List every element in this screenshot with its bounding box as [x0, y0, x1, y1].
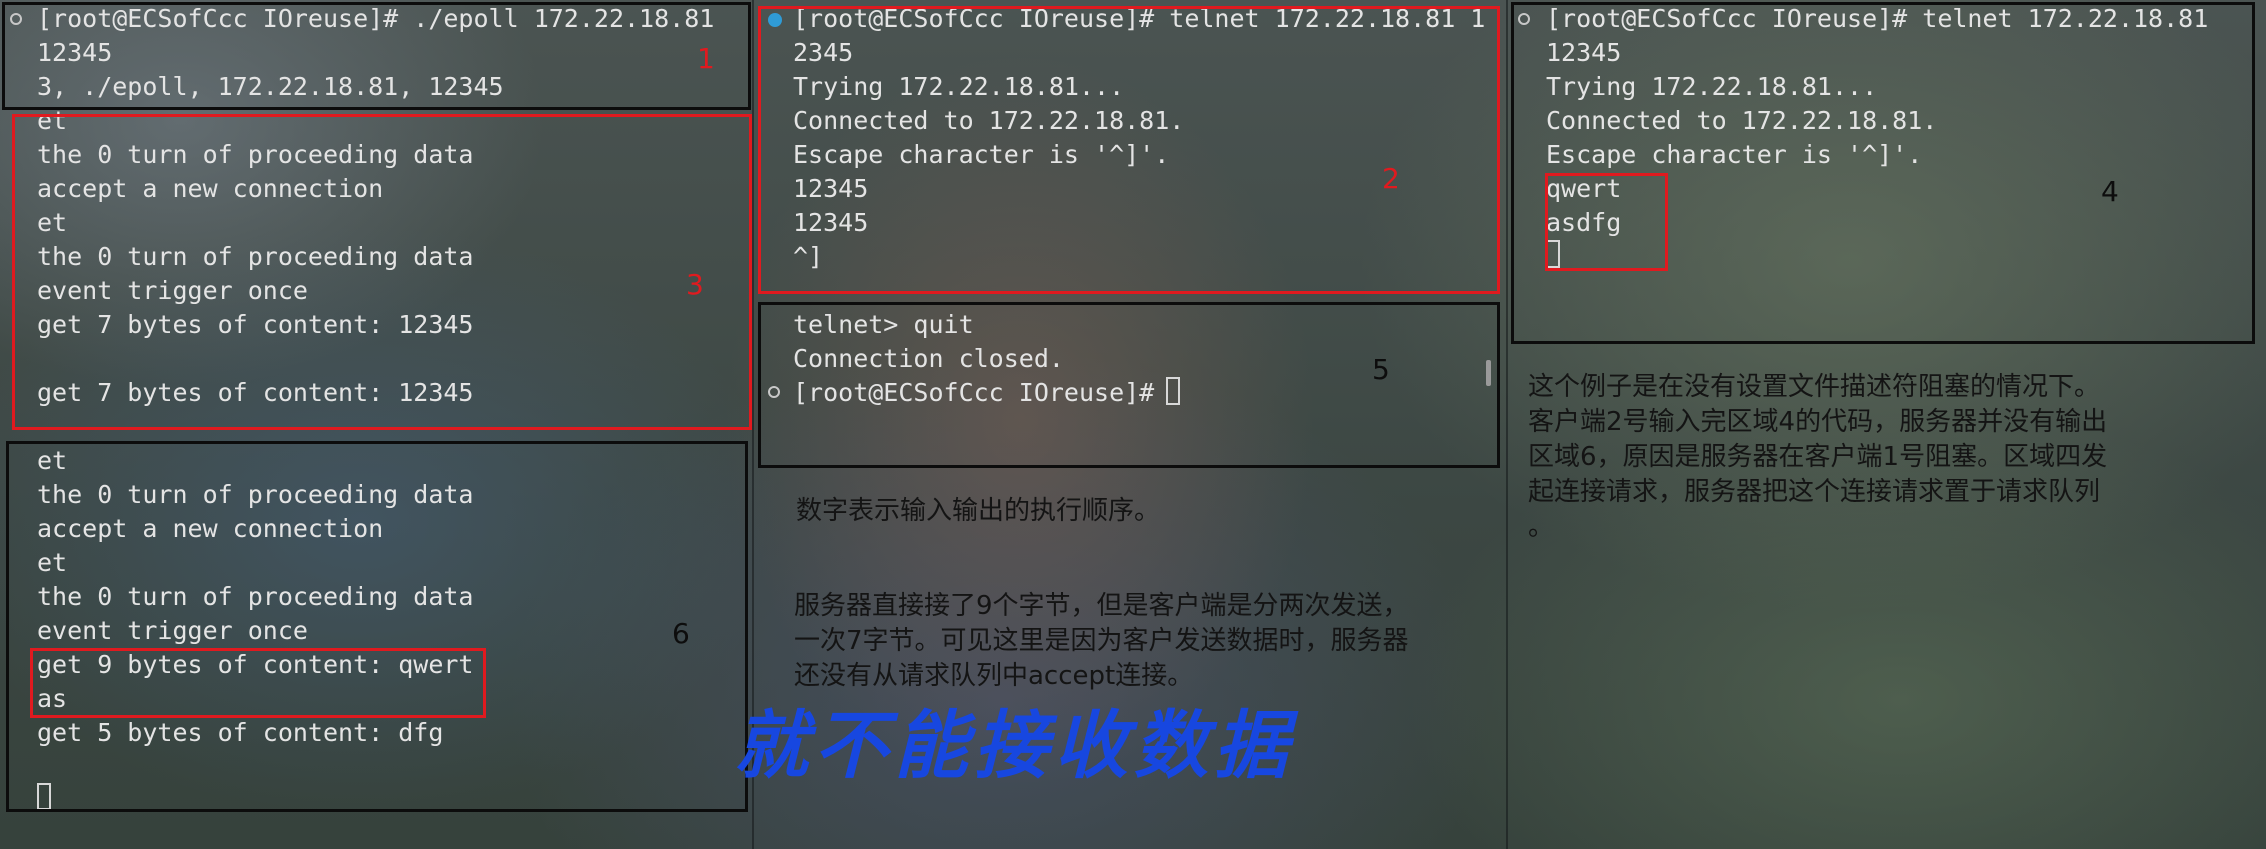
- step-label-3: 3: [686, 268, 704, 301]
- step-label-4: 4: [2101, 175, 2119, 208]
- step-label-2: 2: [1382, 162, 1400, 195]
- note-nine-bytes: 服务器直接接了9个字节，但是客户端是分两次发送， 一次7字节。可见这里是因为客户…: [794, 591, 1409, 691]
- annotation-box-region-1: [2, 2, 751, 110]
- step-label-5: 5: [1372, 353, 1390, 386]
- step-label-6: 6: [672, 617, 690, 650]
- step-label-1: 1: [697, 42, 715, 75]
- note-explanation: 这个例子是在没有设置文件描述符阻塞的情况下。 客户端2号输入完区域4的代码，服务…: [1528, 372, 2108, 542]
- terminal-pane-server[interactable]: [root@ECSofCcc IOreuse]# ./epoll 172.22.…: [0, 0, 752, 849]
- handwritten-annotation: 就不能接收数据: [734, 703, 1294, 789]
- terminal-pane-client-1[interactable]: [root@ECSofCcc IOreuse]# telnet 172.22.1…: [734, 0, 1506, 849]
- annotation-box-region-3: [12, 114, 752, 430]
- annotation-box-region-2: [758, 6, 1500, 294]
- annotation-box-region-4: [1545, 173, 1668, 271]
- annotation-box-highlight-9-bytes: [30, 648, 486, 718]
- terminal-pane-client-2[interactable]: [root@ECSofCcc IOreuse]# telnet 172.22.1…: [1508, 0, 2266, 849]
- note-execution-order: 数字表示输入输出的执行顺序。: [796, 496, 1161, 526]
- annotation-box-region-6: [6, 441, 748, 812]
